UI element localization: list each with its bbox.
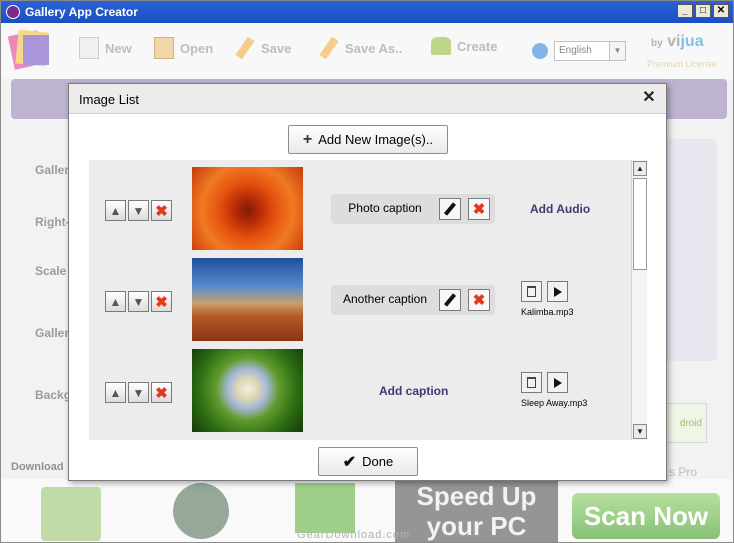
caption-text: Photo caption [348,201,422,215]
play-icon [553,377,562,388]
scroll-down-button[interactable]: ▼ [633,424,647,439]
image-row-1: ▲ ▼ ✖ Photo caption ✖ Add Audio [89,160,629,250]
move-up-button[interactable]: ▲ [105,291,126,312]
window-title: Gallery App Creator [25,5,138,19]
done-label: Done [362,454,394,469]
app-icon [6,5,20,19]
add-caption-link[interactable]: Add caption [379,384,448,398]
remove-image-button[interactable]: ✖ [151,200,172,221]
dialog-titlebar: Image List ✕ [69,84,666,114]
app-window: Gallery App Creator _ □ ✕ New Open Save … [0,0,734,543]
pencil-icon [443,293,457,307]
move-up-button[interactable]: ▲ [105,200,126,221]
caption-box: Another caption ✖ [331,285,495,315]
caption-text: Another caption [342,292,428,306]
remove-image-button[interactable]: ✖ [151,382,172,403]
play-audio-button[interactable] [547,281,568,302]
image-row-2: ▲ ▼ ✖ Another caption ✖ Kalimba.mp3 [89,251,629,341]
delete-audio-button[interactable] [521,372,542,393]
add-new-images-label: Add New Image(s).. [318,132,434,147]
row-controls: ▲ ▼ ✖ [105,382,172,403]
close-window-button[interactable]: ✕ [713,4,729,18]
done-button[interactable]: ✔ Done [318,447,418,476]
move-down-button[interactable]: ▼ [128,200,149,221]
image-list: ▲ ▼ ✖ Photo caption ✖ Add Audio ▲ ▼ ✖ An… [89,160,647,440]
audio-block: Sleep Away.mp3 [521,372,587,408]
maximize-button[interactable]: □ [695,4,711,18]
scroll-up-button[interactable]: ▲ [633,161,647,176]
image-list-dialog: Image List ✕ + Add New Image(s).. ▲ ▼ ✖ … [68,83,667,481]
caption-box: Photo caption ✖ [331,194,495,224]
remove-image-button[interactable]: ✖ [151,291,172,312]
add-audio-link[interactable]: Add Audio [530,202,590,216]
delete-caption-button[interactable]: ✖ [468,289,490,311]
row-controls: ▲ ▼ ✖ [105,291,172,312]
trash-icon [527,377,536,388]
window-controls: _ □ ✕ [677,4,729,18]
audio-filename: Kalimba.mp3 [521,307,574,317]
move-down-button[interactable]: ▼ [128,291,149,312]
scroll-thumb[interactable] [633,178,647,270]
audio-block: Kalimba.mp3 [521,281,574,317]
move-down-button[interactable]: ▼ [128,382,149,403]
plus-icon: + [302,130,313,148]
play-audio-button[interactable] [547,372,568,393]
checkmark-icon: ✔ [342,453,357,471]
delete-caption-button[interactable]: ✖ [468,198,490,220]
move-up-button[interactable]: ▲ [105,382,126,403]
play-icon [553,286,562,297]
trash-icon [527,286,536,297]
edit-caption-button[interactable] [439,198,461,220]
row-controls: ▲ ▼ ✖ [105,200,172,221]
minimize-button[interactable]: _ [677,4,693,18]
image-thumbnail-flower[interactable] [192,167,303,250]
image-thumbnail-desert[interactable] [192,258,303,341]
edit-caption-button[interactable] [439,289,461,311]
dialog-close-button[interactable]: ✕ [640,89,658,107]
dialog-title: Image List [79,92,139,107]
image-thumbnail-hydrangea[interactable] [192,349,303,432]
pencil-icon [443,202,457,216]
delete-audio-button[interactable] [521,281,542,302]
audio-filename: Sleep Away.mp3 [521,398,588,408]
add-new-images-button[interactable]: + Add New Image(s).. [288,125,448,154]
image-row-3: ▲ ▼ ✖ Add caption Sleep Away.mp3 [89,342,629,432]
title-bar: Gallery App Creator _ □ ✕ [1,1,733,23]
vertical-scrollbar[interactable]: ▲ ▼ [631,160,647,440]
